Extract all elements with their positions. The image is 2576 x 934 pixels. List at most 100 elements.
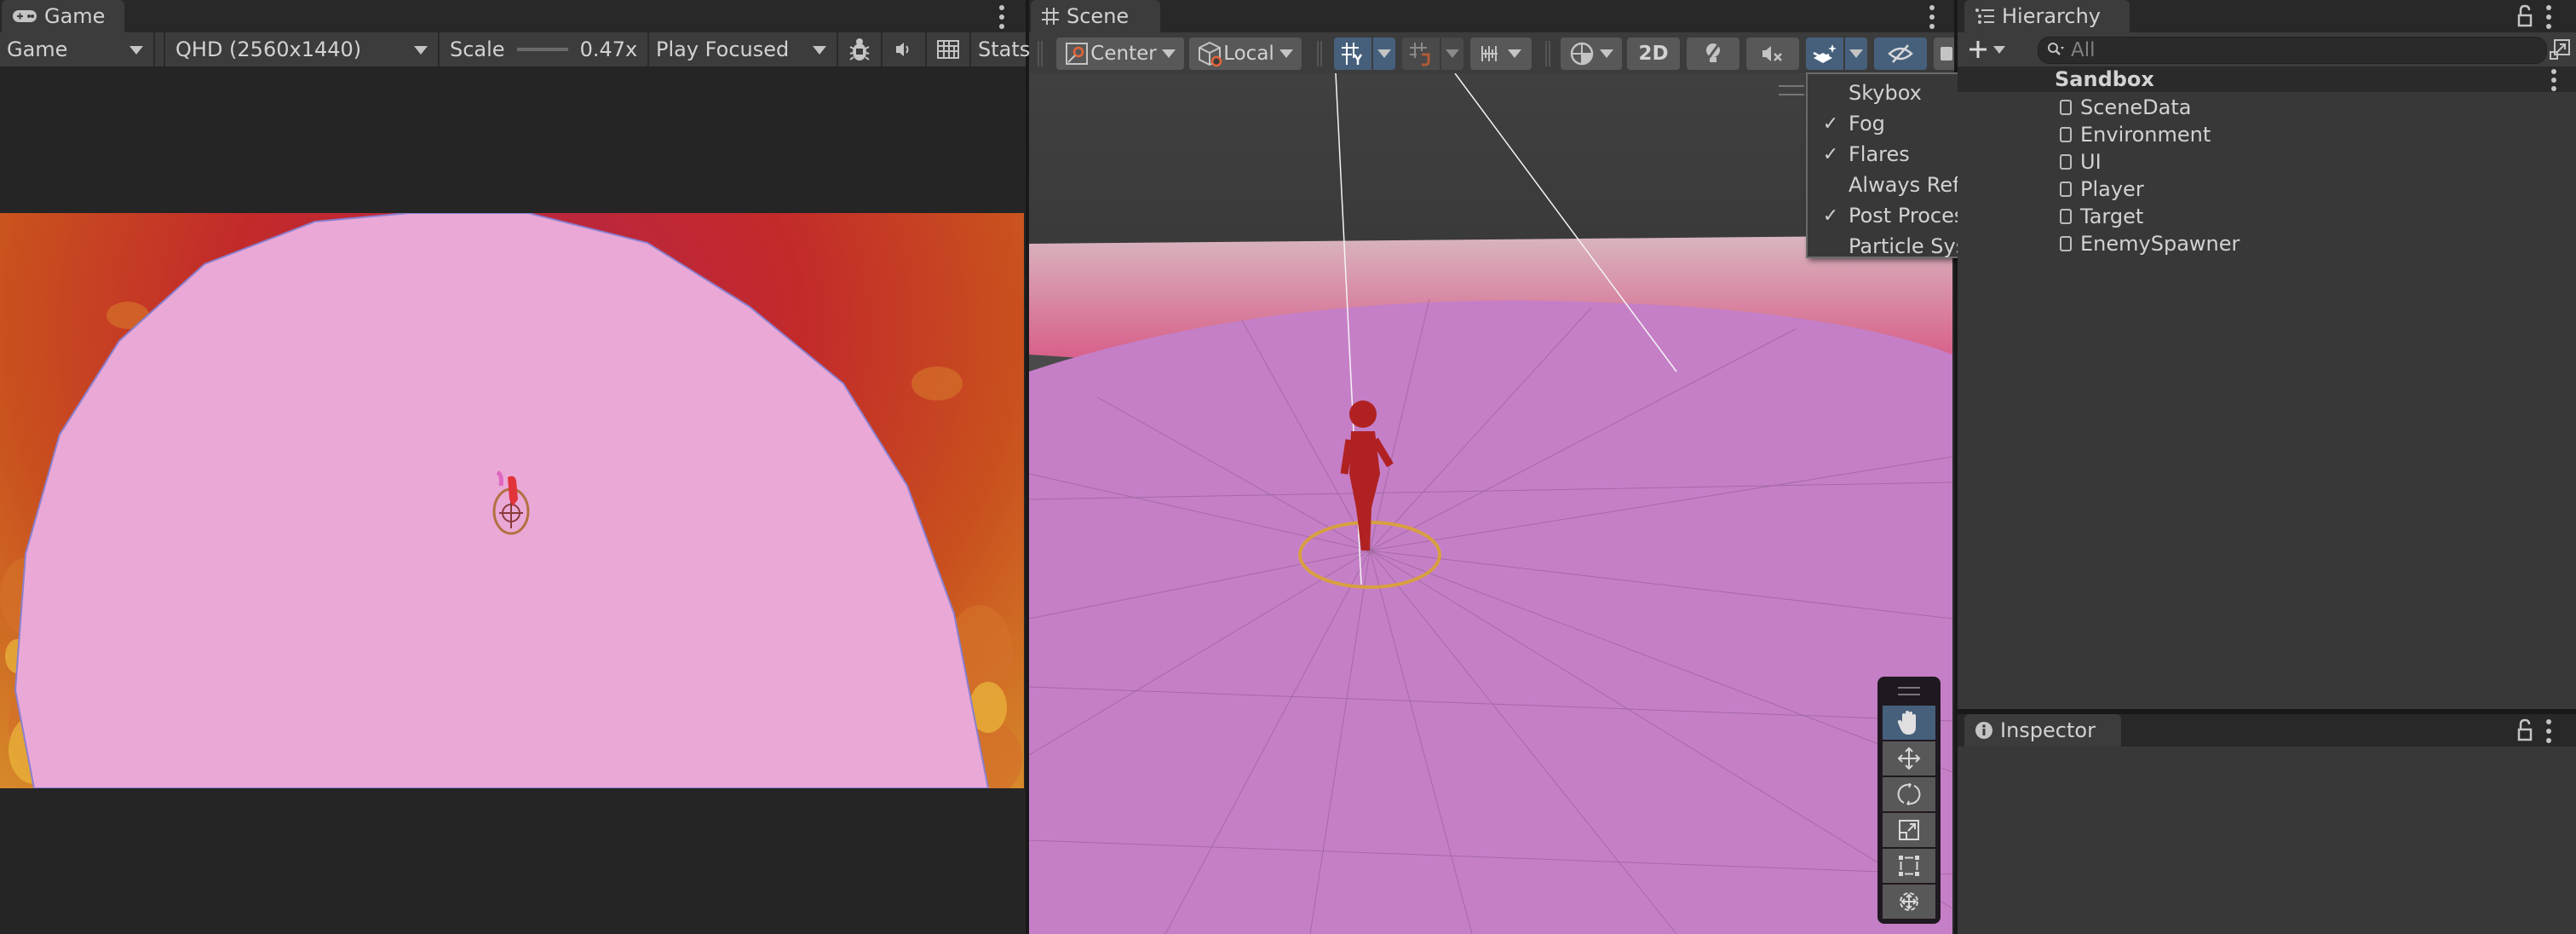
game-tabbar: Game bbox=[0, 0, 1026, 32]
grid-visibility-toggle[interactable] bbox=[1334, 37, 1371, 70]
stats-label: Stats bbox=[978, 37, 1031, 61]
transform-tool[interactable] bbox=[1883, 885, 1935, 919]
scene-pick-button[interactable] bbox=[2547, 37, 2573, 62]
tab-game[interactable]: Game bbox=[2, 0, 124, 32]
toolbar-grip[interactable] bbox=[1038, 41, 1043, 66]
gameobject-icon bbox=[2060, 154, 2072, 170]
scale-value: 0.47x bbox=[579, 37, 638, 61]
transform-icon bbox=[1900, 892, 1918, 911]
scene-header-row[interactable]: Sandbox bbox=[1958, 66, 2576, 92]
shaded-sphere-icon bbox=[1570, 42, 1594, 66]
scale-label: Scale bbox=[450, 37, 505, 61]
overlay-drag-handle[interactable] bbox=[1898, 687, 1920, 695]
mute-audio-button[interactable] bbox=[883, 32, 927, 66]
hierarchy-more-menu-icon[interactable] bbox=[2545, 5, 2552, 29]
pivot-center-icon bbox=[1066, 43, 1089, 65]
game-view-render[interactable] bbox=[0, 213, 1024, 788]
local-cube-icon bbox=[1199, 41, 1222, 66]
effects-dropdown[interactable] bbox=[1845, 37, 1867, 70]
tab-label: Game bbox=[44, 4, 106, 28]
hierarchy-toolbar: All bbox=[1958, 32, 2576, 66]
pivot-rotation-label: Local bbox=[1223, 43, 1274, 65]
hierarchy-panel: Hierarchy All Sandbox SceneData Environm… bbox=[1958, 0, 2576, 709]
hierarchy-item[interactable]: SceneData bbox=[1958, 94, 2576, 121]
gameobject-icon bbox=[2060, 100, 2072, 115]
grid-options-dropdown[interactable] bbox=[1373, 37, 1395, 70]
rect-tool[interactable] bbox=[1883, 849, 1935, 883]
create-button[interactable] bbox=[1968, 36, 2014, 63]
scale-slider[interactable]: Scale 0.47x bbox=[440, 32, 649, 66]
hierarchy-item-label: EnemySpawner bbox=[2080, 232, 2240, 256]
hash-grid-icon bbox=[1042, 8, 1059, 25]
lighting-toggle[interactable] bbox=[1687, 37, 1739, 70]
gizmos-grid-button[interactable] bbox=[927, 32, 971, 66]
eye-slash-icon bbox=[1888, 44, 1913, 63]
scale-tool[interactable] bbox=[1883, 813, 1935, 847]
bug-button[interactable] bbox=[838, 32, 883, 66]
hierarchy-item[interactable]: Environment bbox=[1958, 121, 2576, 148]
stats-button[interactable]: Stats bbox=[971, 32, 1030, 66]
scene-visibility-toggle[interactable] bbox=[1874, 37, 1927, 70]
overlay-grip[interactable] bbox=[1779, 85, 1804, 95]
hierarchy-item[interactable]: EnemySpawner bbox=[1958, 230, 2576, 257]
hand-icon bbox=[1897, 711, 1916, 735]
pivot-rotation-dropdown[interactable]: Local bbox=[1189, 37, 1302, 70]
tools-overlay bbox=[1877, 677, 1941, 924]
camera-icon bbox=[1941, 47, 1952, 61]
tab-hierarchy[interactable]: Hierarchy bbox=[1964, 0, 2130, 32]
play-mode-value: Play Focused bbox=[656, 37, 790, 61]
draw-mode-dropdown[interactable] bbox=[1561, 37, 1622, 70]
hand-tool[interactable] bbox=[1883, 706, 1935, 740]
camera-settings-button[interactable] bbox=[1934, 37, 1954, 70]
hierarchy-item-label: Environment bbox=[2080, 123, 2211, 147]
tab-inspector[interactable]: Inspector bbox=[1964, 714, 2121, 747]
resolution-select-value: QHD (2560x1440) bbox=[175, 37, 362, 61]
display-select[interactable]: Game bbox=[0, 32, 155, 66]
hierarchy-tabbar: Hierarchy bbox=[1958, 0, 2576, 32]
tab-label: Inspector bbox=[2000, 718, 2096, 742]
inspector-panel: Inspector bbox=[1958, 714, 2576, 934]
inspector-more-menu-icon[interactable] bbox=[2545, 719, 2552, 743]
hierarchy-item-label: Target bbox=[2080, 205, 2144, 228]
scene-row-menu-icon[interactable] bbox=[2550, 69, 2557, 91]
scene-toolbar: Center Local 2D bbox=[1029, 32, 1954, 74]
grid-snap-icon bbox=[1410, 43, 1430, 66]
play-mode-select[interactable]: Play Focused bbox=[649, 32, 838, 66]
tab-label: Scene bbox=[1067, 4, 1130, 28]
pivot-mode-dropdown[interactable]: Center bbox=[1056, 37, 1184, 70]
open-external-icon bbox=[2550, 39, 2570, 60]
grid-y-icon bbox=[1342, 43, 1363, 65]
game-toolbar: Game QHD (2560x1440) Scale 0.47x Play Fo… bbox=[0, 32, 1030, 67]
hierarchy-search-field[interactable]: All bbox=[2038, 37, 2547, 64]
lock-icon[interactable] bbox=[2516, 718, 2533, 743]
lock-icon[interactable] bbox=[2516, 3, 2533, 29]
snap-toggle[interactable] bbox=[1402, 37, 1440, 70]
effects-toggle[interactable] bbox=[1806, 37, 1843, 70]
increment-snap-dropdown[interactable] bbox=[1470, 37, 1532, 70]
game-panel: Game Game QHD (2560x1440) Scale 0.47x Pl… bbox=[0, 0, 1030, 934]
scale-slider-track[interactable] bbox=[516, 48, 568, 51]
hierarchy-item[interactable]: Target bbox=[1958, 203, 2576, 230]
floor-disc bbox=[1029, 300, 1952, 934]
toolbar-grip[interactable] bbox=[1317, 41, 1322, 66]
move-tool[interactable] bbox=[1883, 741, 1935, 775]
list-icon bbox=[1975, 9, 1994, 24]
rotate-tool[interactable] bbox=[1883, 777, 1935, 811]
pivot-mode-label: Center bbox=[1090, 43, 1157, 65]
game-more-menu-icon[interactable] bbox=[998, 5, 1005, 29]
toolbar-grip[interactable] bbox=[1545, 41, 1550, 66]
tab-scene[interactable]: Scene bbox=[1031, 0, 1160, 32]
menu-item-label: Flares bbox=[1849, 142, 1910, 166]
display-select-value: Game bbox=[7, 37, 68, 61]
snap-options-dropdown[interactable] bbox=[1441, 37, 1463, 70]
rotate-icon bbox=[1897, 783, 1921, 805]
search-icon bbox=[2048, 43, 2064, 55]
resolution-select[interactable]: QHD (2560x1440) bbox=[165, 32, 440, 66]
hierarchy-item[interactable]: UI bbox=[1958, 148, 2576, 176]
scene-more-menu-icon[interactable] bbox=[1929, 5, 1935, 29]
scene-name: Sandbox bbox=[2055, 67, 2154, 91]
audio-toggle[interactable] bbox=[1746, 37, 1799, 70]
2d-mode-toggle[interactable]: 2D bbox=[1627, 37, 1680, 70]
hierarchy-item[interactable]: Player bbox=[1958, 176, 2576, 203]
gameobject-icon bbox=[2060, 236, 2072, 251]
